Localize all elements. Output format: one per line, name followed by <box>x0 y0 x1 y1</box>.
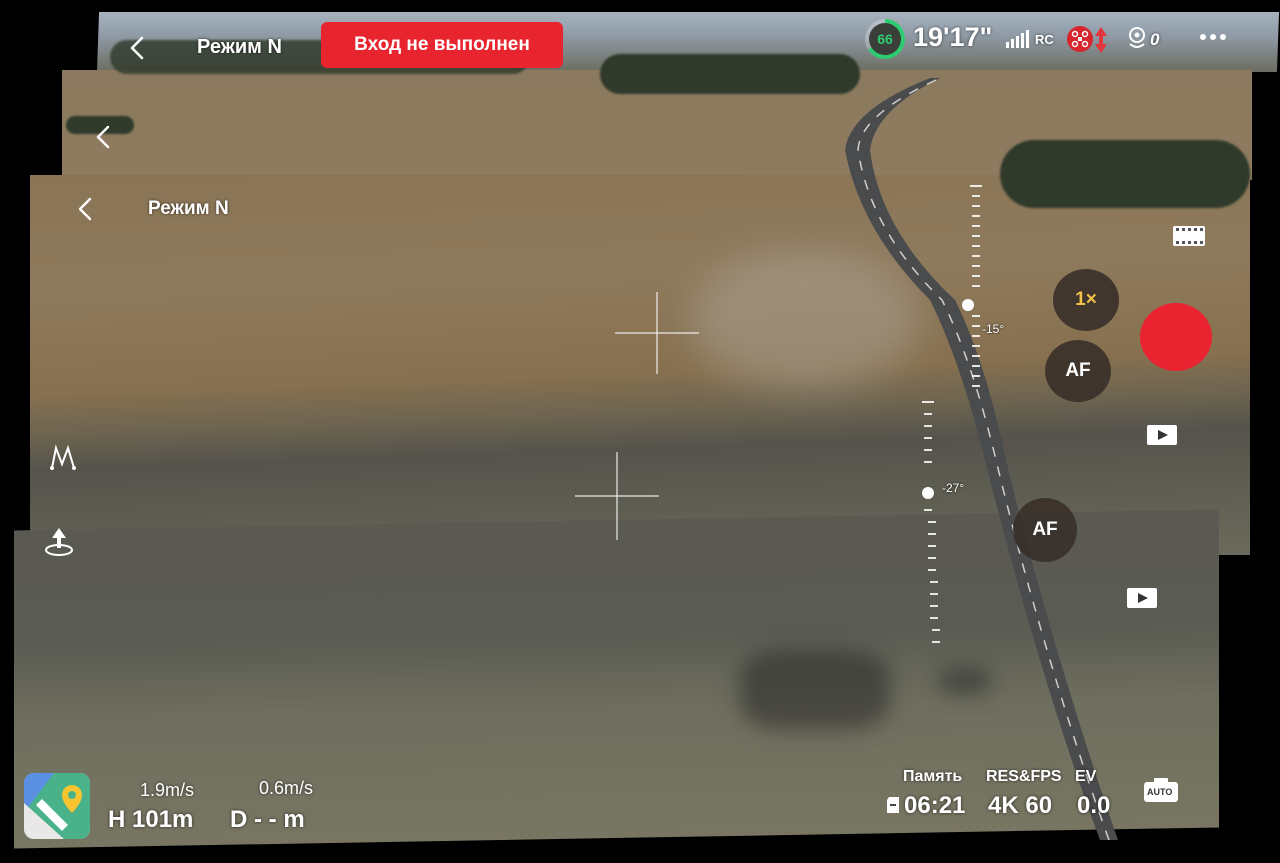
auto-label: AUTO <box>1147 787 1173 797</box>
camera-auto-button[interactable]: AUTO <box>1143 777 1179 803</box>
record-button[interactable] <box>1140 303 1212 371</box>
drone-icon <box>1071 30 1089 48</box>
flight-time: 19'17" <box>913 22 993 52</box>
gimbal-angle-lower: -27° <box>942 481 965 495</box>
return-home-icon[interactable] <box>42 524 76 558</box>
vertical-speed: 1.9m/s <box>140 780 195 800</box>
crosshair-lower <box>575 452 659 540</box>
more-menu-icon[interactable] <box>1200 34 1226 40</box>
map-icon <box>24 773 90 839</box>
back-chevron-icon[interactable] <box>124 34 152 62</box>
af-label-lower: AF <box>1032 519 1058 540</box>
ev-label: EV <box>1075 768 1097 785</box>
map-button[interactable] <box>24 773 90 839</box>
playback-icon-2[interactable] <box>1126 587 1158 609</box>
height-readout: H 101m <box>108 806 194 833</box>
af-button-lower[interactable]: AF <box>1013 498 1077 562</box>
flight-mode-label[interactable]: Режим N <box>197 36 282 59</box>
battery-indicator[interactable]: 66 <box>865 19 905 59</box>
zoom-button[interactable]: 1× <box>1053 269 1119 331</box>
memory-label: Память <box>903 768 963 785</box>
vision-count: 0 <box>1150 30 1160 49</box>
photo-mode-icon[interactable] <box>1172 224 1206 248</box>
gimbal-angle-upper: -15° <box>982 322 1005 336</box>
horizontal-speed: 0.6m/s <box>259 778 314 798</box>
drone-status-icon[interactable] <box>1067 26 1093 52</box>
gimbal-indicator-lower[interactable] <box>922 487 934 499</box>
af-button-upper[interactable]: AF <box>1045 340 1111 402</box>
playback-icon[interactable] <box>1146 424 1178 446</box>
gimbal-scale-upper <box>970 185 982 387</box>
zoom-label: 1× <box>1075 289 1097 310</box>
gimbal-indicator-upper[interactable] <box>962 299 974 311</box>
back-chevron-icon-3[interactable] <box>72 195 100 223</box>
res-fps-value[interactable]: 4K 60 <box>988 792 1052 820</box>
crosshair-upper <box>615 292 699 374</box>
sd-card-icon <box>887 797 899 813</box>
login-alert-badge[interactable]: Вход не выполнен <box>321 22 563 68</box>
gimbal-scale-lower <box>922 401 940 643</box>
res-fps-label: RES&FPS <box>986 768 1062 785</box>
camera-feed <box>0 0 1280 863</box>
distance-readout: D - - m <box>230 806 305 833</box>
ev-value[interactable]: 0.0 <box>1077 792 1110 820</box>
battery-percent: 66 <box>869 23 901 55</box>
back-chevron-icon-2[interactable] <box>90 123 118 151</box>
rc-label: RC <box>1035 32 1054 47</box>
road <box>845 78 1118 841</box>
flight-mode-label-3[interactable]: Режим N <box>148 198 229 220</box>
route-icon[interactable] <box>48 442 80 472</box>
af-label-upper: AF <box>1065 360 1091 381</box>
up-down-arrows-icon <box>1095 27 1107 53</box>
rc-signal-icon[interactable] <box>1005 26 1035 50</box>
memory-value: 06:21 <box>904 792 966 819</box>
vision-sensor-icon[interactable] <box>1124 24 1150 50</box>
